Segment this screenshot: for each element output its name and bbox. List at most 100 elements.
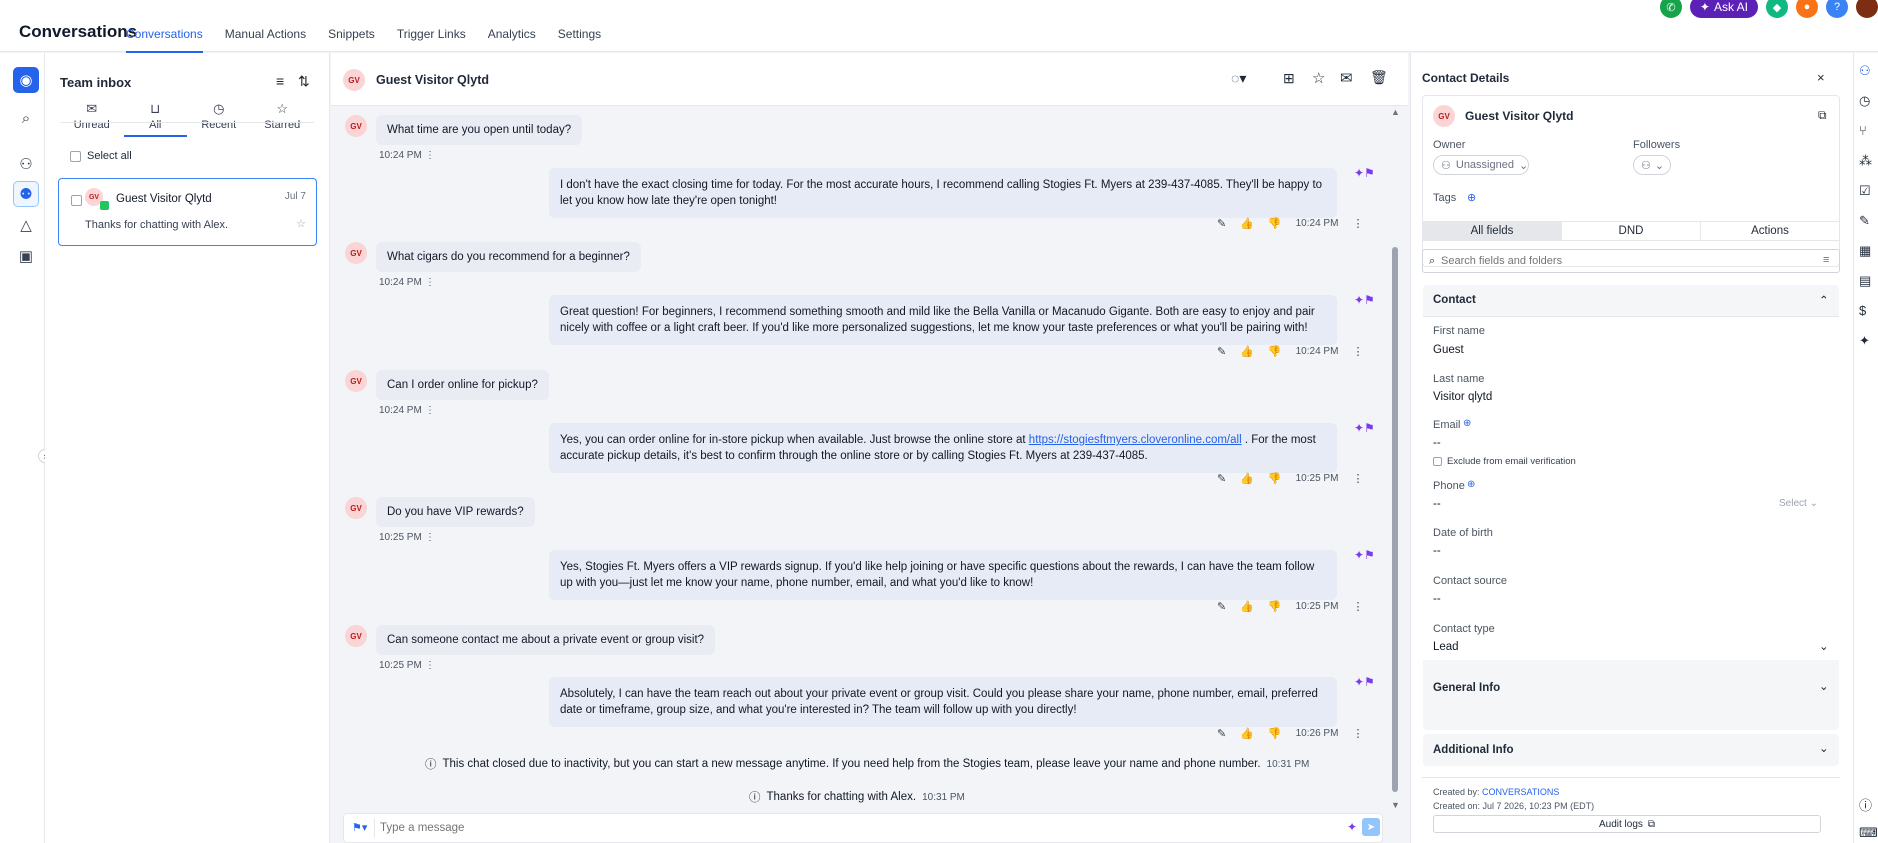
add-phone-icon[interactable]: ⊕ (1467, 479, 1475, 490)
tab-recent[interactable]: ◷ Recent (187, 101, 251, 137)
magic-icon[interactable]: ✎ (1217, 727, 1226, 740)
phone-value[interactable]: -- (1433, 498, 1441, 510)
more-icon[interactable]: ⋮ (425, 660, 435, 671)
open-external-icon[interactable]: ⧉ (1818, 108, 1827, 123)
additional-info-section[interactable]: Additional Info ⌄ (1423, 734, 1839, 766)
nav-analytics[interactable]: Analytics (488, 27, 536, 53)
scroll-thumb[interactable] (1392, 247, 1398, 792)
followers-select[interactable]: ⚇ ⌄ (1633, 155, 1671, 175)
info-icon[interactable]: ⓘ (1859, 795, 1872, 814)
magic-icon[interactable]: ✎ (1217, 345, 1226, 358)
more-icon[interactable]: ⋮ (1352, 600, 1363, 613)
audit-logs-button[interactable]: Audit logs ⧉ (1433, 815, 1821, 833)
filter-icon[interactable]: ≡ (276, 73, 284, 89)
tab-starred[interactable]: ☆ Starred (251, 101, 315, 137)
tab-actions[interactable]: Actions (1700, 222, 1839, 240)
megaphone-icon[interactable]: ◆ (1766, 0, 1788, 18)
thumbs-up-icon[interactable]: 👍 (1240, 727, 1254, 740)
magic-icon[interactable]: ✎ (1217, 472, 1226, 485)
add-tag-icon[interactable]: ⊕ (1467, 191, 1476, 204)
workflow-icon[interactable]: ⑂ (1859, 123, 1867, 138)
dob-value[interactable]: -- (1433, 545, 1441, 557)
tab-all-fields[interactable]: All fields (1423, 222, 1561, 240)
more-icon[interactable]: ⋮ (425, 150, 435, 161)
trash-icon[interactable]: 🗑 (1370, 69, 1388, 86)
magic-icon[interactable]: ✎ (1217, 217, 1226, 230)
team-icon[interactable]: ⚉ (13, 181, 39, 207)
nav-settings[interactable]: Settings (558, 27, 601, 53)
more-icon[interactable]: ⋮ (1352, 727, 1363, 740)
chevron-down-icon[interactable]: ⌄ (1819, 639, 1829, 653)
scroll-up-icon[interactable]: ▲ (1391, 107, 1400, 117)
pen-icon[interactable]: ✎ (1859, 213, 1870, 229)
nav-manual-actions[interactable]: Manual Actions (225, 27, 306, 53)
thumbs-up-icon[interactable]: 👍 (1240, 345, 1254, 358)
dollar-icon[interactable]: $ (1859, 303, 1866, 318)
mail-icon[interactable]: ✉ (1340, 69, 1353, 87)
bell-icon[interactable]: ● (1796, 0, 1818, 18)
nav-conversations[interactable]: Conversations (126, 27, 203, 53)
tab-unread[interactable]: ✉ Unread (60, 101, 124, 137)
scrollbar[interactable]: ▲ ▼ (1389, 107, 1401, 812)
email-value[interactable]: -- (1433, 437, 1441, 449)
exclude-checkbox[interactable] (1433, 457, 1442, 466)
conversation-checkbox[interactable] (71, 195, 82, 206)
magic-icon[interactable]: ✎ (1217, 600, 1226, 613)
keyboard-icon[interactable]: ⌨ (1859, 825, 1878, 841)
magic-icon[interactable]: ✦ (1859, 333, 1870, 349)
thumbs-down-icon[interactable]: 👎 (1268, 727, 1282, 740)
more-icon[interactable]: ⋮ (1352, 472, 1363, 485)
nav-snippets[interactable]: Snippets (328, 27, 375, 53)
user-icon[interactable]: ⚇ (13, 151, 39, 177)
contact-icon[interactable]: ⚇ (1859, 63, 1871, 79)
first-name-value[interactable]: Guest (1433, 344, 1464, 356)
conversation-card[interactable]: GV Guest Visitor Qlytd Jul 7 Thanks for … (58, 178, 317, 246)
add-email-icon[interactable]: ⊕ (1463, 418, 1471, 429)
phone-icon[interactable]: ✆ (1659, 0, 1682, 18)
field-search-input[interactable] (1441, 253, 1811, 269)
contact-type-value[interactable]: Lead (1433, 641, 1459, 653)
thumbs-down-icon[interactable]: 👎 (1268, 472, 1282, 485)
tab-all[interactable]: ⊔ All (123, 101, 187, 137)
thumbs-up-icon[interactable]: 👍 (1240, 600, 1254, 613)
tasks-icon[interactable]: ☑ (1859, 183, 1871, 199)
chat-icon[interactable]: ◉ (13, 67, 39, 93)
ask-ai-button[interactable]: ✦ Ask AI (1689, 0, 1758, 18)
star-icon[interactable]: ☆ (296, 217, 306, 230)
channel-select-icon[interactable]: ⚑▾ (352, 821, 367, 834)
network-icon[interactable]: △ (13, 212, 39, 238)
contact-section-header[interactable]: Contact ⌃ (1423, 285, 1839, 317)
more-icon[interactable]: ⋮ (425, 532, 435, 543)
select-all[interactable]: Select all (70, 150, 132, 162)
help-icon[interactable]: ? (1826, 0, 1848, 18)
integrations-icon[interactable]: ⁂ (1859, 153, 1872, 169)
more-icon[interactable]: ⋮ (1352, 345, 1363, 358)
folder-add-icon[interactable]: ⊞ (1283, 70, 1295, 87)
thumbs-down-icon[interactable]: 👎 (1268, 345, 1282, 358)
calendar-icon[interactable]: ▦ (1859, 243, 1871, 259)
owner-select[interactable]: ⚇ Unassigned ⌄ (1433, 155, 1529, 175)
store-link[interactable]: https://stogiesftmyers.cloveronline.com/… (1029, 434, 1242, 446)
scroll-down-icon[interactable]: ▼ (1391, 800, 1400, 810)
more-icon[interactable]: ⋮ (1352, 217, 1363, 230)
more-icon[interactable]: ⋮ (425, 277, 435, 288)
thumbs-up-icon[interactable]: 👍 (1240, 217, 1254, 230)
send-icon[interactable]: ➤ (1362, 818, 1380, 836)
select-all-checkbox[interactable] (70, 150, 81, 162)
search-icon[interactable]: ⌕ (13, 105, 39, 131)
phone-type-select[interactable]: Select ⌄ (1779, 498, 1818, 509)
channel-icon[interactable]: ◌▾ (1231, 70, 1246, 87)
filter-icon[interactable]: ≡ (1823, 254, 1829, 266)
history-icon[interactable]: ◷ (1859, 93, 1870, 109)
general-info-section[interactable]: General Info ⌄ (1423, 673, 1839, 703)
last-name-value[interactable]: Visitor qlytd (1433, 391, 1492, 403)
inbox-icon[interactable]: ▣ (13, 243, 39, 269)
star-icon[interactable]: ☆ (1312, 69, 1325, 87)
thumbs-down-icon[interactable]: 👎 (1268, 217, 1282, 230)
nav-trigger-links[interactable]: Trigger Links (397, 27, 466, 53)
message-input[interactable] (380, 818, 1260, 838)
avatar[interactable] (1856, 0, 1878, 18)
sort-icon[interactable]: ⇅ (298, 73, 310, 90)
thumbs-down-icon[interactable]: 👎 (1268, 600, 1282, 613)
document-icon[interactable]: ▤ (1859, 273, 1871, 289)
